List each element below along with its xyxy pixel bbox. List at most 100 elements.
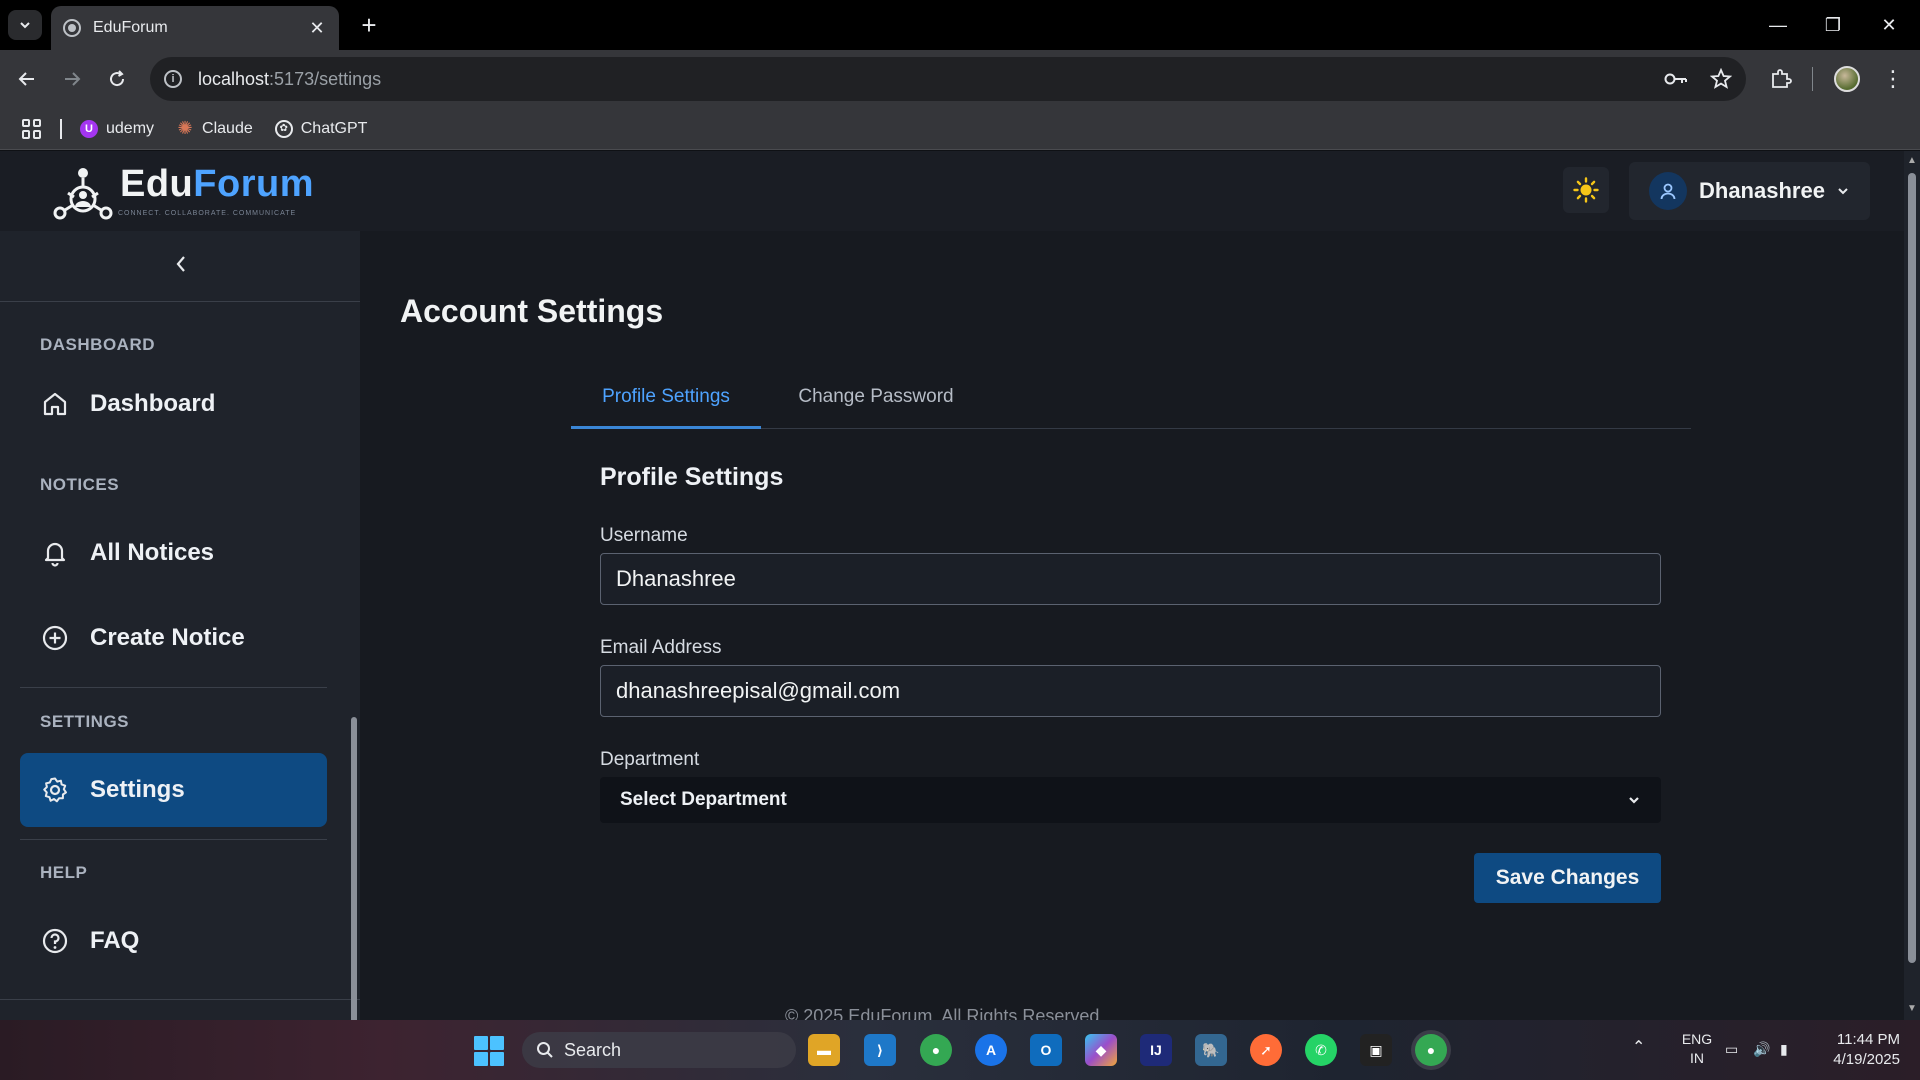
- sidebar-item-settings[interactable]: Settings: [20, 753, 327, 827]
- app-header: EduForum CONNECT. COLLABORATE. COMMUNICA…: [0, 151, 1904, 231]
- bookmark-udemy[interactable]: U udemy: [80, 119, 155, 138]
- windows-start-icon[interactable]: [474, 1036, 504, 1066]
- vscode-icon[interactable]: ⟩: [864, 1034, 896, 1066]
- main-content: Account Settings Profile Settings Change…: [360, 231, 1904, 1020]
- terminal-app-icon[interactable]: ▣: [1360, 1034, 1392, 1066]
- profile-avatar: [1834, 66, 1860, 92]
- battery-icon[interactable]: ▮: [1780, 1040, 1788, 1059]
- apps-grid-icon[interactable]: [22, 118, 42, 139]
- department-select[interactable]: Select Department: [600, 777, 1661, 823]
- bookmark-claude[interactable]: ✺ Claude: [176, 118, 252, 138]
- gear-icon: [40, 775, 70, 805]
- sidebar-item-label: FAQ: [90, 927, 140, 954]
- bookmark-label: udemy: [106, 119, 155, 137]
- sidebar-item-faq[interactable]: FAQ: [20, 904, 327, 978]
- toolbar-divider: [1812, 67, 1813, 91]
- section-title: Profile Settings: [600, 463, 784, 491]
- sidebar: DASHBOARD Dashboard NOTICES All Notices …: [0, 231, 360, 1020]
- puzzle-icon: [1772, 69, 1792, 88]
- postgresql-icon[interactable]: 🐘: [1195, 1034, 1227, 1066]
- logo-text: EduForum: [120, 163, 314, 206]
- user-menu-button[interactable]: Dhanashree: [1629, 162, 1870, 220]
- sidebar-item-dashboard[interactable]: Dashboard: [20, 367, 327, 441]
- restore-button[interactable]: ❐: [1806, 8, 1860, 42]
- chevron-down-icon: [1629, 797, 1639, 804]
- language-indicator[interactable]: ENG IN: [1675, 1030, 1719, 1068]
- whatsapp-icon[interactable]: ✆: [1305, 1034, 1337, 1066]
- department-selected-value: Select Department: [620, 789, 787, 810]
- logo-edu-text: Edu: [120, 163, 194, 205]
- sidebar-divider: [0, 999, 360, 1000]
- taskbar-search-label: Search: [564, 1039, 622, 1060]
- minimize-button[interactable]: —: [1751, 8, 1805, 42]
- tab-profile-settings[interactable]: Profile Settings: [571, 371, 761, 429]
- sidebar-item-all-notices[interactable]: All Notices: [20, 516, 327, 590]
- taskbar-clock[interactable]: 11:44 PM 4/19/2025: [1800, 1030, 1900, 1070]
- bookmarks-bar: U udemy ✺ Claude ✿ ChatGPT: [0, 108, 1920, 150]
- home-icon: [40, 389, 70, 419]
- username-input[interactable]: [600, 553, 1661, 605]
- chatgpt-icon: ✿: [274, 119, 293, 138]
- site-info-icon[interactable]: i: [164, 70, 182, 88]
- file-explorer-icon[interactable]: ▬: [808, 1034, 840, 1066]
- arrow-left-icon: [18, 72, 34, 86]
- email-input[interactable]: [600, 665, 1661, 717]
- theme-toggle-button[interactable]: [1563, 167, 1609, 213]
- reload-icon: [110, 70, 125, 87]
- outlook-icon[interactable]: O: [1030, 1034, 1062, 1066]
- page-scrollbar-thumb[interactable]: [1908, 173, 1916, 963]
- profile-avatar-button[interactable]: [1830, 62, 1864, 96]
- back-button[interactable]: [10, 62, 44, 96]
- bookmark-chatgpt[interactable]: ✿ ChatGPT: [274, 119, 367, 138]
- scroll-up-icon[interactable]: ▲: [1907, 155, 1917, 166]
- reload-button[interactable]: [100, 62, 134, 96]
- browser-menu-button[interactable]: ⋮: [1876, 62, 1910, 96]
- address-bar[interactable]: i localhost:5173/settings: [150, 57, 1746, 101]
- sidebar-scrollbar[interactable]: [350, 531, 358, 1020]
- close-window-button[interactable]: ✕: [1862, 8, 1916, 42]
- sidebar-section-settings: SETTINGS: [40, 712, 130, 731]
- globe-icon: [63, 19, 81, 37]
- postman-icon[interactable]: ➚: [1250, 1034, 1282, 1066]
- extensions-button[interactable]: [1764, 62, 1798, 96]
- browser-tab[interactable]: EduForum ✕: [51, 6, 339, 50]
- email-label: Email Address: [600, 637, 722, 658]
- scroll-down-icon[interactable]: ▼: [1907, 1003, 1917, 1014]
- chevron-down-icon: [20, 22, 30, 29]
- language-code: ENG: [1681, 1031, 1713, 1047]
- forward-button[interactable]: [55, 62, 89, 96]
- region-code: IN: [1690, 1050, 1704, 1066]
- sidebar-collapse-button[interactable]: [168, 251, 194, 277]
- user-name: Dhanashree: [1699, 178, 1825, 203]
- footer-copyright: © 2025 EduForum. All Rights Reserved.: [785, 1006, 1105, 1020]
- new-tab-button[interactable]: +: [352, 8, 386, 42]
- tab-search-button[interactable]: [8, 10, 42, 40]
- password-key-icon[interactable]: [1664, 72, 1688, 86]
- bookmarks-separator: [60, 118, 62, 139]
- star-bookmark-icon[interactable]: [1710, 68, 1732, 90]
- sidebar-divider: [0, 301, 360, 302]
- app-root: EduForum CONNECT. COLLABORATE. COMMUNICA…: [0, 151, 1904, 1020]
- taskbar-search[interactable]: Search: [522, 1032, 796, 1068]
- app-store-icon[interactable]: A: [975, 1034, 1007, 1066]
- windows-taskbar: Search ▬ ⟩ ● A O ◆ IJ 🐘 ➚ ✆ ▣ ● ⌃ ENG IN…: [0, 1020, 1920, 1080]
- intellij-icon[interactable]: IJ: [1140, 1034, 1172, 1066]
- settings-tabs: Profile Settings Change Password: [571, 371, 1691, 429]
- logo-tagline: CONNECT. COLLABORATE. COMMUNICATE: [118, 210, 297, 217]
- chrome-active-icon[interactable]: ●: [1415, 1034, 1447, 1066]
- eduforum-logo[interactable]: EduForum CONNECT. COLLABORATE. COMMUNICA…: [50, 163, 314, 225]
- sidebar-scrollbar-thumb[interactable]: [351, 717, 357, 1020]
- claude-icon: ✺: [177, 118, 193, 138]
- url-path: :5173/settings: [269, 68, 382, 89]
- chrome-icon[interactable]: ●: [920, 1034, 952, 1066]
- department-label: Department: [600, 749, 700, 770]
- volume-icon[interactable]: 🔊: [1753, 1040, 1770, 1059]
- save-changes-button[interactable]: Save Changes: [1474, 853, 1661, 903]
- m365-icon[interactable]: ◆: [1085, 1034, 1117, 1066]
- sidebar-item-create-notice[interactable]: Create Notice: [20, 601, 327, 675]
- tray-chevron-icon[interactable]: ⌃: [1632, 1038, 1645, 1057]
- tab-change-password[interactable]: Change Password: [766, 371, 986, 429]
- network-icon[interactable]: ▭: [1725, 1040, 1738, 1059]
- close-tab-icon[interactable]: ✕: [307, 18, 327, 39]
- page-scrollbar[interactable]: ▲ ▼: [1904, 151, 1920, 1020]
